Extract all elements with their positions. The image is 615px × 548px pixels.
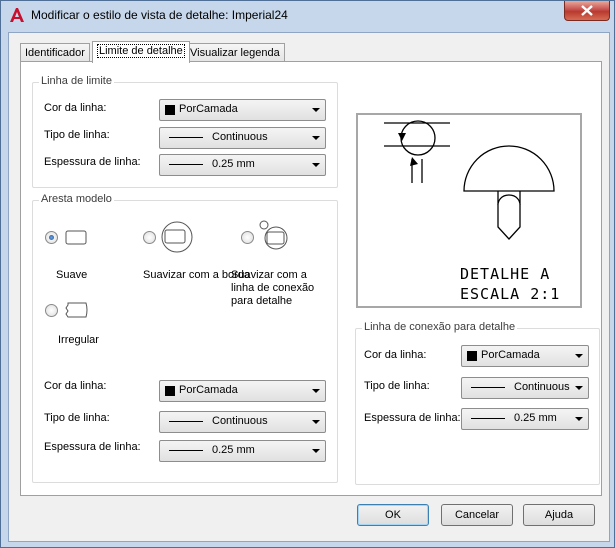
boundary-color-label: Cor da linha:	[44, 102, 107, 114]
connection-lineweight-label: Espessura de linha:	[364, 412, 461, 424]
ok-button[interactable]: OK	[357, 504, 429, 526]
preview-line2: ESCALA 2:1	[460, 285, 560, 303]
line-sample	[169, 137, 203, 138]
radio-smooth-with-border[interactable]	[143, 231, 156, 244]
chevron-down-icon	[312, 108, 320, 112]
option-smooth-connection-label: Suavizar com a linha de conexão para det…	[231, 269, 315, 307]
group-title: Linha de limite	[39, 75, 114, 87]
boundary-linetype-label: Tipo de linha:	[44, 129, 110, 141]
group-title: Aresta modelo	[39, 193, 114, 205]
color-swatch	[165, 105, 175, 115]
detail-drawing: DETALHE A ESCALA 2:1	[384, 120, 560, 303]
group-title: Linha de conexão para detalhe	[362, 321, 518, 333]
chevron-down-icon	[575, 386, 583, 390]
tab-label: Identificador	[25, 47, 85, 59]
tab-label: Limite de detalhe	[97, 44, 185, 58]
boundary-linetype-select[interactable]: Continuous	[159, 127, 326, 149]
edge-lineweight-label: Espessura de linha:	[44, 441, 141, 453]
jagged-edge-icon	[65, 302, 88, 318]
tab-label: Visualizar legenda	[190, 47, 280, 59]
dialog-client: Identificador Limite de detalhe Visualiz…	[8, 32, 610, 542]
chevron-down-icon	[312, 449, 320, 453]
group-model-edge: Aresta modelo Suave Suavizar com a borda	[32, 193, 338, 483]
line-sample	[471, 418, 505, 419]
smooth-border-icon	[161, 221, 193, 253]
tab-panel: Linha de limite Cor da linha: PorCamada …	[20, 61, 602, 496]
chevron-down-icon	[312, 420, 320, 424]
group-connection-line: Linha de conexão para detalhe Cor da lin…	[355, 321, 600, 485]
chevron-down-icon	[312, 163, 320, 167]
close-button[interactable]	[564, 1, 610, 21]
smooth-connection-icon	[259, 220, 288, 250]
line-sample	[169, 421, 203, 422]
boundary-lineweight-select[interactable]: 0.25 mm	[159, 154, 326, 176]
chevron-down-icon	[575, 417, 583, 421]
connection-linetype-select[interactable]: Continuous	[461, 377, 589, 399]
chevron-down-icon	[312, 136, 320, 140]
detail-preview: DETALHE A ESCALA 2:1	[356, 113, 582, 308]
combo-value: PorCamada	[481, 349, 540, 361]
option-smooth-label: Suave	[56, 269, 88, 281]
combo-value: PorCamada	[179, 384, 238, 396]
help-button[interactable]: Ajuda	[523, 504, 595, 526]
smooth-edge-icon	[65, 230, 87, 245]
edge-linetype-label: Tipo de linha:	[44, 412, 110, 424]
preview-line1: DETALHE A	[460, 265, 550, 283]
connection-color-label: Cor da linha:	[364, 349, 427, 361]
option-jagged-label: Irregular	[58, 334, 99, 346]
boundary-lineweight-label: Espessura de linha:	[44, 156, 141, 168]
connection-linetype-label: Tipo de linha:	[364, 380, 430, 392]
combo-value: PorCamada	[179, 103, 238, 115]
line-sample	[169, 450, 203, 451]
tab-visualizar-legenda[interactable]: Visualizar legenda	[185, 43, 285, 62]
color-swatch	[467, 351, 477, 361]
line-sample	[471, 387, 505, 388]
radio-jagged[interactable]	[45, 304, 58, 317]
autocad-logo-icon	[10, 8, 24, 22]
combo-value: Continuous	[514, 381, 570, 393]
combo-value: 0.25 mm	[212, 444, 255, 456]
edge-linetype-select[interactable]: Continuous	[159, 411, 326, 433]
chevron-down-icon	[312, 389, 320, 393]
dialog-window: Modificar o estilo de vista de detalhe: …	[0, 0, 615, 548]
edge-lineweight-select[interactable]: 0.25 mm	[159, 440, 326, 462]
combo-value: 0.25 mm	[514, 412, 557, 424]
radio-smooth[interactable]	[45, 231, 58, 244]
combo-value: Continuous	[212, 131, 268, 143]
boundary-color-select[interactable]: PorCamada	[159, 99, 326, 121]
title-bar[interactable]: Modificar o estilo de vista de detalhe: …	[1, 1, 614, 29]
line-sample	[169, 164, 203, 165]
window-title: Modificar o estilo de vista de detalhe: …	[31, 8, 288, 22]
cancel-button[interactable]: Cancelar	[441, 504, 513, 526]
combo-value: Continuous	[212, 415, 268, 427]
edge-color-label: Cor da linha:	[44, 380, 107, 392]
connection-lineweight-select[interactable]: 0.25 mm	[461, 408, 589, 430]
close-icon	[581, 5, 593, 16]
edge-color-select[interactable]: PorCamada	[159, 380, 326, 402]
group-boundary-line: Linha de limite Cor da linha: PorCamada …	[32, 75, 338, 188]
tab-identificador[interactable]: Identificador	[20, 43, 90, 62]
tab-limite-de-detalhe[interactable]: Limite de detalhe	[92, 41, 190, 63]
color-swatch	[165, 386, 175, 396]
connection-color-select[interactable]: PorCamada	[461, 345, 589, 367]
chevron-down-icon	[575, 354, 583, 358]
radio-smooth-connection[interactable]	[241, 231, 254, 244]
combo-value: 0.25 mm	[212, 158, 255, 170]
